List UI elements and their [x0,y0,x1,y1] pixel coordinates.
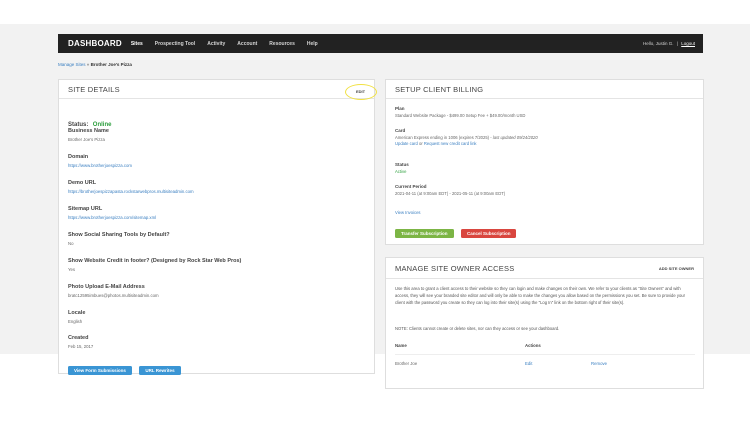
owner-access-note: NOTE: Clients cannot create or delete si… [395,325,695,332]
card-value: American Express ending in 1006 (expires… [395,135,538,140]
nav-item-activity[interactable]: Activity [207,41,225,47]
sitemap-url-field: Sitemap URL https://www.brotherjoespizza… [68,206,156,220]
dashboard-brand-link[interactable]: DASHBOARD [68,39,122,48]
social-sharing-label: Show Social Sharing Tools by Default? [68,232,170,238]
current-period-field: Current Period 2021-04-11 (at 9:00am EDT… [395,184,505,196]
demo-url-link[interactable]: https://brotherjoespizzapasta.rockstarwe… [68,189,194,194]
owner-access-title: MANAGE SITE OWNER ACCESS [395,263,515,273]
user-area: Hello, Justin G. | Logout [643,41,695,46]
logout-link[interactable]: Logout [681,41,695,46]
photo-upload-email-field: Photo Upload E-Mail Address bratc12595im… [68,284,159,298]
business-name-value: Brother Joe's Pizza [68,136,105,142]
website-credit-field: Show Website Credit in footer? (Designed… [68,258,241,272]
breadcrumb-manage-sites[interactable]: Manage Sites [58,62,86,67]
billing-status-label: Status [395,162,409,167]
current-period-value: 2021-04-11 (at 9:00am EDT) - 2021-05-11 … [395,190,506,196]
nav-item-prospecting-tool[interactable]: Prospecting Tool [155,41,195,47]
site-details-panel: SITE DETAILS EDIT Status: Online Busines… [58,79,377,377]
website-credit-value: Yes [68,266,76,272]
created-field: Created Feb 15, 2017 [68,335,93,349]
site-owner-access-panel: MANAGE SITE OWNER ACCESS ADD SITE OWNER … [385,257,704,389]
card-or-text: or [418,141,423,146]
invoices-field: View Invoices [395,208,421,215]
created-value: Feb 15, 2017 [68,343,94,349]
owner-table-header: Name Actions [395,343,695,348]
card-actions: Update card or Request new credit card l… [395,141,538,146]
plan-field: Plan Standard Website Package - $499.00 … [395,106,525,118]
sitemap-url-link[interactable]: https://www.brotherjoespizza.com/sitemap… [68,215,156,220]
social-sharing-field: Show Social Sharing Tools by Default? No [68,232,170,246]
billing-status-value: Active [395,168,407,174]
site-details-title: SITE DETAILS [68,84,120,94]
owner-table-col-actions: Actions [525,343,541,348]
edit-button[interactable]: EDIT [345,84,377,100]
business-name-label: Business Name [68,128,109,134]
social-sharing-value: No [68,240,74,246]
photo-upload-email-label: Photo Upload E-Mail Address [68,284,145,290]
cancel-subscription-button[interactable]: Cancel Subscription [460,229,517,238]
breadcrumb: Manage Sites » Brother Joe's Pizza [58,62,132,67]
owner-edit-link[interactable]: Edit [525,361,532,366]
owner-table-col-name: Name [395,343,407,348]
request-card-link[interactable]: Request new credit card link [424,141,477,146]
owner-access-paragraph: Use this area to grant a client access t… [395,286,686,305]
owner-access-note-text: NOTE: Clients cannot create or delete si… [395,326,560,331]
billing-buttons: Transfer Subscription Cancel Subscriptio… [395,222,519,240]
card-label: Card [395,128,406,133]
website-credit-label: Show Website Credit in footer? (Designed… [68,258,242,264]
created-label: Created [68,335,89,341]
current-period-label: Current Period [395,184,427,189]
owner-remove-link[interactable]: Remove [591,361,607,366]
breadcrumb-current: Brother Joe's Pizza [90,62,132,67]
domain-link[interactable]: https://www.brotherjoespizza.com [68,163,132,168]
update-card-link[interactable]: Update card [395,141,418,146]
domain-label: Domain [68,154,89,160]
nav-item-resources[interactable]: Resources [269,41,295,47]
owner-access-header: MANAGE SITE OWNER ACCESS ADD SITE OWNER [386,258,703,279]
site-details-buttons: View Form Submissions URL Rewrites [68,359,184,377]
plan-label: Plan [395,106,405,111]
user-separator: | [676,41,678,46]
owner-name: Brother Joe [395,361,418,366]
site-details-header: SITE DETAILS [59,80,374,99]
card-last-updated: last updated 09/24/2020 [492,134,538,140]
view-invoices-link[interactable]: View Invoices [395,210,421,215]
card-field: Card American Express ending in 1006 (ex… [395,128,538,146]
billing-status-field: Status Active [395,162,409,174]
billing-header: SETUP CLIENT BILLING [386,80,703,99]
sitemap-url-label: Sitemap URL [68,206,103,212]
add-site-owner-button[interactable]: ADD SITE OWNER [659,266,694,271]
client-billing-panel: SETUP CLIENT BILLING Plan Standard Websi… [385,79,704,245]
business-name-field: Business Name Brother Joe's Pizza [68,128,109,142]
demo-url-label: Demo URL [68,180,97,186]
url-rewrites-button[interactable]: URL Rewrites [139,366,181,375]
user-greeting: Hello, Justin G. [643,41,674,46]
demo-url-field: Demo URL https://brotherjoespizzapasta.r… [68,180,194,194]
owner-access-description: Use this area to grant a client access t… [395,285,695,306]
nav-item-account[interactable]: Account [237,41,257,47]
breadcrumb-separator: » [86,62,90,67]
nav-item-help[interactable]: Help [307,41,318,47]
photo-upload-email-value: bratc12595imbues@photos.multisiteadmin.c… [68,292,159,298]
domain-field: Domain https://www.brotherjoespizza.com [68,154,132,168]
card-description: American Express ending in 1006 (expires… [395,134,492,140]
transfer-subscription-button[interactable]: Transfer Subscription [395,229,454,238]
edit-label: EDIT [356,89,366,94]
view-form-submissions-button[interactable]: View Form Submissions [68,366,132,375]
locale-label: Locale [68,310,86,316]
plan-value: Standard Website Package - $499.00 Setup… [395,112,526,118]
table-row: Brother Joe Edit Remove [395,354,695,366]
billing-title: SETUP CLIENT BILLING [395,84,484,94]
locale-field: Locale English [68,310,85,324]
locale-value: English [68,318,83,324]
nav-item-sites[interactable]: Sites [131,41,143,47]
top-navigation-bar: DASHBOARD Sites Prospecting Tool Activit… [58,34,703,53]
